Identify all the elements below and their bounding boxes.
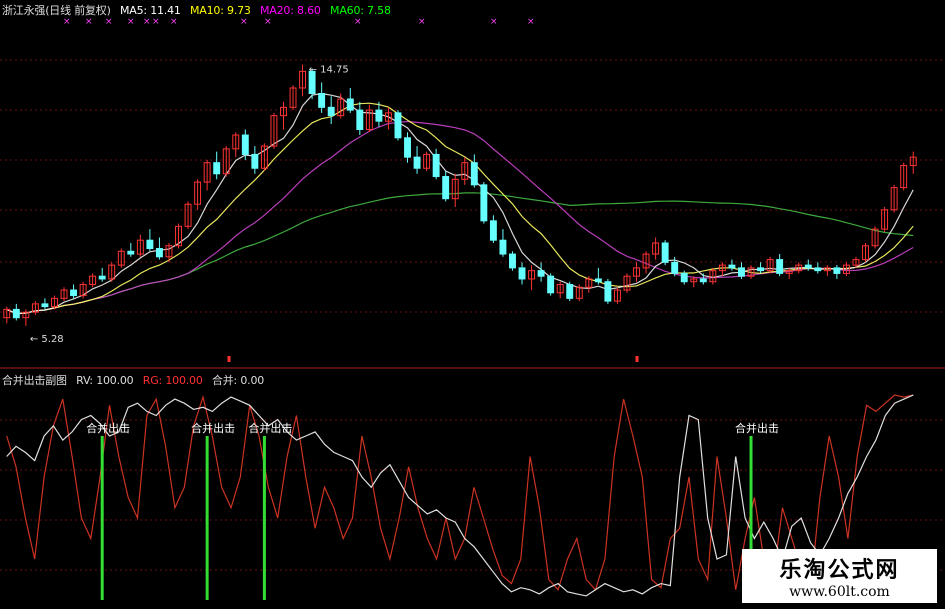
candle-body	[509, 253, 516, 269]
signal-label: 合并出击	[735, 421, 779, 435]
high-price-marker: ← 14.75	[309, 64, 349, 75]
candle-body	[518, 267, 526, 280]
cross-marker: ×	[105, 17, 113, 27]
cross-marker: ×	[418, 17, 426, 27]
candle-body	[470, 162, 478, 186]
candle-body	[442, 176, 450, 200]
candle-body	[394, 112, 402, 139]
candle-body	[480, 184, 488, 222]
cross-marker: ×	[63, 17, 71, 27]
main-panel-header: 浙江永强(日线 前复权) MA5: 11.41 MA10: 9.73 MA20:…	[2, 2, 397, 18]
candle-body	[728, 264, 736, 269]
candle-body	[499, 239, 507, 255]
candle-body	[127, 250, 135, 255]
cross-marker: ×	[240, 17, 248, 27]
candle-body	[155, 248, 163, 258]
candle-body	[833, 267, 841, 274]
candle-body	[12, 308, 20, 319]
candle-body	[404, 137, 411, 158]
candle-body	[251, 153, 259, 169]
candle-body	[346, 98, 354, 111]
candle-body	[547, 275, 555, 294]
candle-body	[566, 283, 574, 299]
candle-body	[70, 289, 78, 297]
candle-body	[537, 270, 545, 277]
ma10-label: MA10: 9.73	[190, 4, 251, 17]
merge-label: 合并: 0.00	[211, 374, 265, 387]
low-price-marker: ← 5.28	[30, 334, 64, 345]
candle-body	[671, 261, 679, 274]
candle-body	[375, 109, 383, 122]
candle-body	[98, 275, 106, 280]
ma5-line	[6, 92, 914, 315]
candle-body	[604, 281, 612, 302]
candle-body	[327, 106, 335, 117]
cross-marker: ×	[490, 17, 498, 27]
candle-body	[318, 93, 326, 108]
watermark-url: www.60lt.com	[789, 584, 890, 600]
divider-marker	[635, 356, 639, 362]
candle-body	[41, 303, 49, 308]
sub-title: 合并出击副图	[2, 374, 67, 387]
cross-marker: ×	[264, 17, 272, 27]
cross-marker: ×	[127, 17, 135, 27]
divider-marker	[227, 356, 231, 362]
candle-body	[413, 156, 421, 169]
candle-body	[356, 109, 364, 130]
cross-marker: ×	[170, 17, 178, 27]
watermark: 乐淘公式网 www.60lt.com	[742, 549, 937, 603]
cross-marker: ×	[143, 17, 151, 27]
candle-body	[432, 153, 440, 178]
candle-body	[814, 267, 822, 272]
cross-marker: ×	[354, 17, 362, 27]
stock-title: 浙江永强(日线 前复权)	[2, 4, 111, 17]
signal-label: 合并出击	[248, 421, 292, 435]
candle-body	[804, 264, 812, 269]
rv-label: RV: 100.00	[76, 374, 134, 387]
candle-body	[699, 278, 707, 283]
candle-body	[146, 239, 154, 250]
candle-body	[594, 278, 602, 283]
ma60-line	[6, 192, 914, 315]
candle-body	[661, 242, 669, 263]
ma60-label: MA60: 7.58	[330, 4, 391, 17]
signal-label: 合并出击	[191, 421, 235, 435]
signal-label: 合并出击	[86, 421, 130, 435]
candle-body	[738, 267, 745, 277]
candle-body	[241, 134, 249, 155]
watermark-title: 乐淘公式网	[779, 557, 900, 583]
ma20-label: MA20: 8.60	[260, 4, 321, 17]
candle-body	[213, 162, 221, 175]
kline-chart[interactable]: ← 14.75← 5.28× × × × × × × × × × × × ×合并出击 合并出击 合并出击 合并…	[0, 0, 945, 609]
candle-body	[776, 259, 784, 274]
candle-body	[680, 272, 688, 283]
cross-marker: ×	[527, 17, 535, 27]
candle-body	[757, 267, 765, 272]
cross-marker: ×	[152, 17, 160, 27]
sub-panel-header: 合并出击副图 RV: 100.00 RG: 100.00 合并: 0.00	[2, 372, 270, 388]
ma20-line	[6, 120, 914, 315]
rg-label: RG: 100.00	[142, 374, 203, 387]
candle-body	[489, 220, 497, 241]
cross-marker: ×	[85, 17, 93, 27]
ma5-label: MA5: 11.41	[119, 4, 181, 17]
